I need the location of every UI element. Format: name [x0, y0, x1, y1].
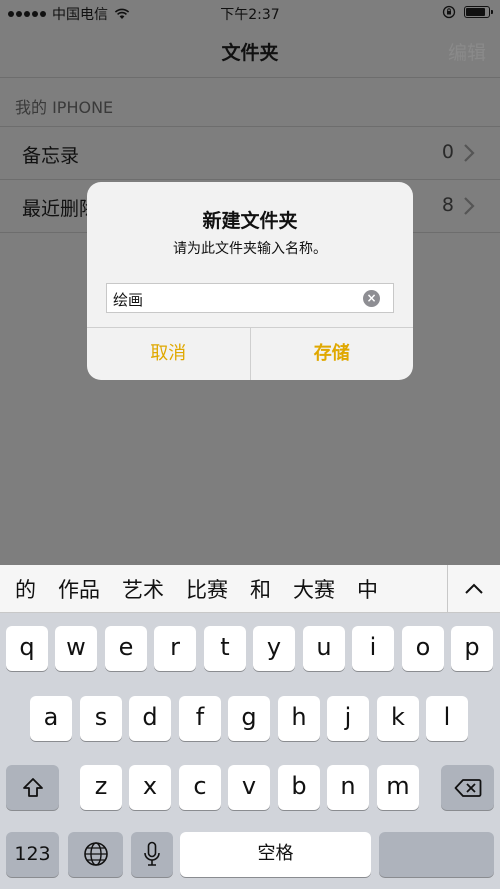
key-a[interactable]: a: [30, 696, 72, 741]
alert-actions: 取消 存储: [87, 327, 413, 380]
key-e[interactable]: e: [105, 626, 147, 671]
key-label: 123: [14, 843, 51, 865]
expand-suggestions-button[interactable]: [447, 565, 500, 613]
key-label: u: [316, 633, 332, 661]
keyboard: 的 作品 艺术 比赛 和 大赛 中 q w e r t y u i o p a …: [0, 565, 500, 889]
folder-name-input[interactable]: 绘画 ×: [106, 283, 394, 313]
key-label: b: [291, 772, 307, 800]
key-k[interactable]: k: [377, 696, 419, 741]
suggestion-item[interactable]: 大赛: [282, 574, 346, 604]
key-label: r: [170, 633, 180, 661]
key-label: o: [415, 633, 431, 661]
microphone-icon: [144, 841, 160, 866]
key-p[interactable]: p: [451, 626, 493, 671]
save-button[interactable]: 存储: [251, 328, 414, 380]
key-d[interactable]: d: [129, 696, 171, 741]
key-z[interactable]: z: [80, 765, 122, 810]
folder-count: 0: [441, 141, 454, 163]
folder-label: 备忘录: [22, 145, 80, 167]
key-label: d: [142, 703, 158, 731]
numbers-key[interactable]: 123: [6, 832, 59, 877]
key-label: s: [94, 703, 108, 731]
key-x[interactable]: x: [129, 765, 171, 810]
key-label: v: [241, 772, 257, 800]
suggestion-item[interactable]: 和: [239, 574, 282, 604]
clear-text-icon[interactable]: ×: [363, 290, 380, 307]
key-label: x: [142, 772, 158, 800]
shift-icon: [22, 778, 43, 797]
key-label: q: [19, 633, 35, 661]
space-key[interactable]: 空格: [180, 832, 371, 877]
key-j[interactable]: j: [327, 696, 369, 741]
key-label: g: [241, 703, 257, 731]
cancel-button[interactable]: 取消: [87, 328, 250, 380]
key-f[interactable]: f: [179, 696, 221, 741]
key-label: n: [340, 772, 356, 800]
edit-button[interactable]: 编辑: [448, 38, 486, 65]
key-s[interactable]: s: [80, 696, 122, 741]
dictation-key[interactable]: [131, 832, 173, 877]
key-m[interactable]: m: [377, 765, 419, 810]
key-b[interactable]: b: [278, 765, 320, 810]
key-c[interactable]: c: [179, 765, 221, 810]
key-w[interactable]: w: [55, 626, 97, 671]
folder-name-value: 绘画: [113, 291, 144, 309]
suggestion-item[interactable]: 的: [0, 574, 47, 604]
suggestion-item[interactable]: 艺术: [111, 574, 175, 604]
globe-icon: [83, 842, 108, 866]
key-label: y: [266, 633, 282, 661]
key-l[interactable]: l: [426, 696, 468, 741]
key-v[interactable]: v: [228, 765, 270, 810]
key-n[interactable]: n: [327, 765, 369, 810]
key-label: f: [195, 703, 205, 731]
suggestion-bar: 的 作品 艺术 比赛 和 大赛 中: [0, 565, 500, 613]
key-label: c: [193, 772, 207, 800]
key-h[interactable]: h: [278, 696, 320, 741]
backspace-icon: [454, 779, 481, 797]
key-q[interactable]: q: [6, 626, 48, 671]
key-g[interactable]: g: [228, 696, 270, 741]
key-label: w: [66, 633, 86, 661]
key-label: i: [369, 633, 377, 661]
key-label: h: [291, 703, 307, 731]
chevron-right-icon: [464, 144, 475, 162]
key-label: p: [464, 633, 480, 661]
chevron-up-icon: [465, 583, 483, 594]
suggestion-item[interactable]: 中: [346, 574, 389, 604]
page-title: 文件夹: [221, 42, 279, 64]
key-label: t: [220, 633, 230, 661]
key-label: z: [94, 772, 108, 800]
key-label: l: [443, 703, 451, 731]
shift-key[interactable]: [6, 765, 59, 810]
battery-icon: [464, 6, 493, 18]
folder-row-notes[interactable]: 备忘录 0: [0, 127, 500, 180]
key-label: m: [386, 772, 410, 800]
key-label: j: [344, 703, 352, 731]
key-label: e: [118, 633, 134, 661]
key-o[interactable]: o: [402, 626, 444, 671]
status-time: 下午2:37: [220, 7, 280, 23]
section-header: 我的 IPHONE: [15, 98, 114, 117]
delete-key[interactable]: [441, 765, 494, 810]
return-key[interactable]: [379, 832, 494, 877]
globe-key[interactable]: [68, 832, 123, 877]
key-u[interactable]: u: [303, 626, 345, 671]
key-y[interactable]: y: [253, 626, 295, 671]
navigation-bar: 文件夹 编辑: [0, 26, 500, 78]
alert-title: 新建文件夹: [202, 210, 298, 232]
key-label: a: [43, 703, 59, 731]
key-r[interactable]: r: [154, 626, 196, 671]
key-label: k: [391, 703, 405, 731]
key-t[interactable]: t: [204, 626, 246, 671]
key-i[interactable]: i: [352, 626, 394, 671]
alert-message: 请为此文件夹输入名称。: [173, 241, 327, 257]
status-bar: 中国电信 下午2:37: [0, 0, 500, 26]
new-folder-alert: 新建文件夹 请为此文件夹输入名称。 绘画 × 取消 存储: [87, 182, 413, 380]
suggestion-item[interactable]: 作品: [47, 574, 111, 604]
folder-count: 8: [441, 194, 454, 216]
chevron-right-icon: [464, 197, 475, 215]
rotation-lock-icon: [442, 5, 456, 19]
key-label: 空格: [257, 843, 294, 864]
suggestion-item[interactable]: 比赛: [175, 574, 239, 604]
